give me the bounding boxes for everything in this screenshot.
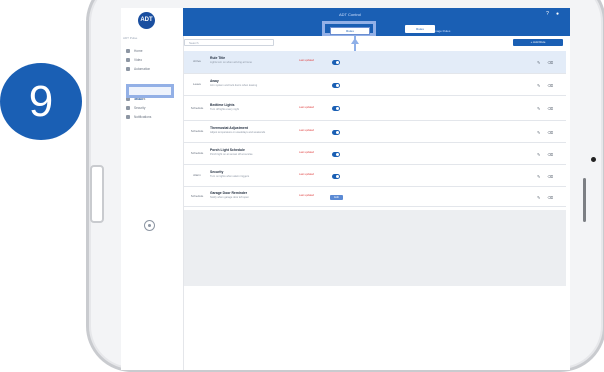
tab-label: Rules <box>416 27 424 31</box>
rule-description: Turn on lights when alarm triggers <box>210 175 250 178</box>
app-title: ADT Control <box>339 12 361 17</box>
bell-icon <box>126 115 130 120</box>
rule-row[interactable]: Arrive Rule Title Lights turn on when arri… <box>184 51 566 74</box>
automation-icon <box>126 67 130 72</box>
rule-description: Turn off lights every night <box>210 107 239 111</box>
rule-description: Notify when garage door left open <box>210 196 249 199</box>
settings-icon[interactable] <box>144 220 155 231</box>
rule-status: Last updated <box>299 194 314 197</box>
rule-title: Away <box>210 79 219 83</box>
rule-trigger: Alarm <box>193 173 201 177</box>
rule-edit-button[interactable]: Edit <box>330 194 343 200</box>
rule-title: Bedtime Lights <box>210 102 235 107</box>
rule-trigger: Schedule <box>190 129 204 133</box>
rule-row[interactable]: Schedule Porch Light Schedule Porch light … <box>184 144 566 165</box>
step-number-badge: 9 <box>0 63 82 140</box>
rule-description: Lights turn on when arriving at home <box>210 61 252 64</box>
rule-actions-icons[interactable]: ✎ ⌫ <box>537 106 556 111</box>
rule-title: Thermostat Adjustment <box>210 126 248 130</box>
rule-status: Last updated <box>299 151 314 154</box>
left-panel <box>121 30 184 370</box>
rule-row[interactable]: Alarm Security Turn on lights when alarm t… <box>184 166 566 187</box>
rule-enable-toggle[interactable] <box>332 129 340 135</box>
user-icon[interactable]: ● <box>555 12 560 17</box>
sidebar-item-label: Rules <box>135 97 143 101</box>
tab-rules[interactable]: Rules <box>405 25 435 33</box>
home-icon <box>126 49 130 54</box>
rule-enable-toggle[interactable] <box>332 173 340 179</box>
rule-title: Garage Door Reminder <box>210 191 248 195</box>
sidebar-item-label: Home <box>134 49 143 53</box>
sidebar-item-label: Video <box>134 58 143 62</box>
rule-status: Last updated <box>299 59 314 62</box>
rule-status: Last updated <box>299 173 314 176</box>
rule-trigger: Arrive <box>193 59 201 63</box>
shield-icon <box>126 106 130 111</box>
rule-title: Security <box>210 170 224 174</box>
rule-status: Last updated <box>299 105 314 109</box>
sidebar-item-label: Automation <box>134 67 151 71</box>
rule-description: Arm system and lock doors when leaving <box>210 84 258 87</box>
rule-row[interactable]: Schedule Bedtime Lights Turn off lights ev… <box>184 97 566 121</box>
help-icon[interactable]: ? <box>545 12 550 17</box>
rule-enable-toggle[interactable] <box>332 151 340 157</box>
rule-actions-icons[interactable]: ✎ ⌫ <box>537 60 556 65</box>
rule-trigger: Schedule <box>190 105 204 110</box>
rule-row[interactable]: Schedule Garage Door Reminder Notify when … <box>184 188 566 207</box>
camera-dot <box>591 157 596 162</box>
sidebar-item-notifications[interactable]: Notifications <box>126 115 151 122</box>
rule-trigger: Schedule <box>190 151 204 155</box>
rule-row[interactable]: Schedule Thermostat Adjustment Adjust temp… <box>184 122 566 143</box>
sidebar-item-video[interactable]: Video <box>126 58 142 65</box>
adt-logo: ADT <box>138 12 155 29</box>
sidebar-item-automation[interactable]: Automation <box>126 67 150 74</box>
top-bar: ADT Control Manage Rules Rules ? ● <box>183 8 570 36</box>
rule-title: Porch Light Schedule <box>210 148 245 152</box>
sidebar-item-label: Notifications <box>134 115 152 119</box>
search-input[interactable]: Search <box>184 39 274 46</box>
rule-actions-icons[interactable]: ✎ ⌫ <box>537 195 556 200</box>
rule-actions-icons[interactable]: ✎ ⌫ <box>537 174 556 179</box>
rule-description: Adjust temperature on weekdays and weeke… <box>210 131 266 134</box>
rule-title: Rule Title <box>210 56 226 60</box>
rule-actions-icons[interactable]: ✎ ⌫ <box>537 130 556 135</box>
rule-enable-toggle[interactable] <box>332 106 340 111</box>
add-rule-button[interactable]: + Add Rule <box>513 39 563 46</box>
sidebar-item-home[interactable]: Home <box>126 49 143 56</box>
rule-actions-icons[interactable]: ✎ ⌫ <box>537 152 556 157</box>
rule-row[interactable]: Leave Away Arm system and lock doors when … <box>184 75 566 96</box>
brand-strip: ADT Pulse <box>123 36 138 40</box>
rule-trigger: Schedule <box>190 194 204 198</box>
tablet-side-button <box>90 165 104 223</box>
rule-description: Porch light on at sunset off at sunrise <box>210 153 253 156</box>
rule-enable-toggle[interactable] <box>332 82 340 88</box>
sidebar-item-label: Security <box>134 106 146 110</box>
empty-area <box>184 210 566 286</box>
tablet-home-bar <box>583 178 586 222</box>
sidebar-item-security[interactable]: Security <box>126 106 146 113</box>
rule-enable-toggle[interactable] <box>332 59 340 65</box>
top-bar-fill <box>183 8 570 36</box>
sidebar-item-rules-highlight[interactable]: Rules <box>126 84 174 101</box>
rule-actions-icons[interactable]: ✎ ⌫ <box>537 83 556 88</box>
rule-status: Last updated <box>299 129 314 132</box>
camera-icon <box>126 58 130 63</box>
highlighted-tab-label: Rules <box>330 27 370 35</box>
rule-trigger: Leave <box>192 82 202 86</box>
highlighted-tab-callout[interactable]: Rules <box>322 21 376 36</box>
